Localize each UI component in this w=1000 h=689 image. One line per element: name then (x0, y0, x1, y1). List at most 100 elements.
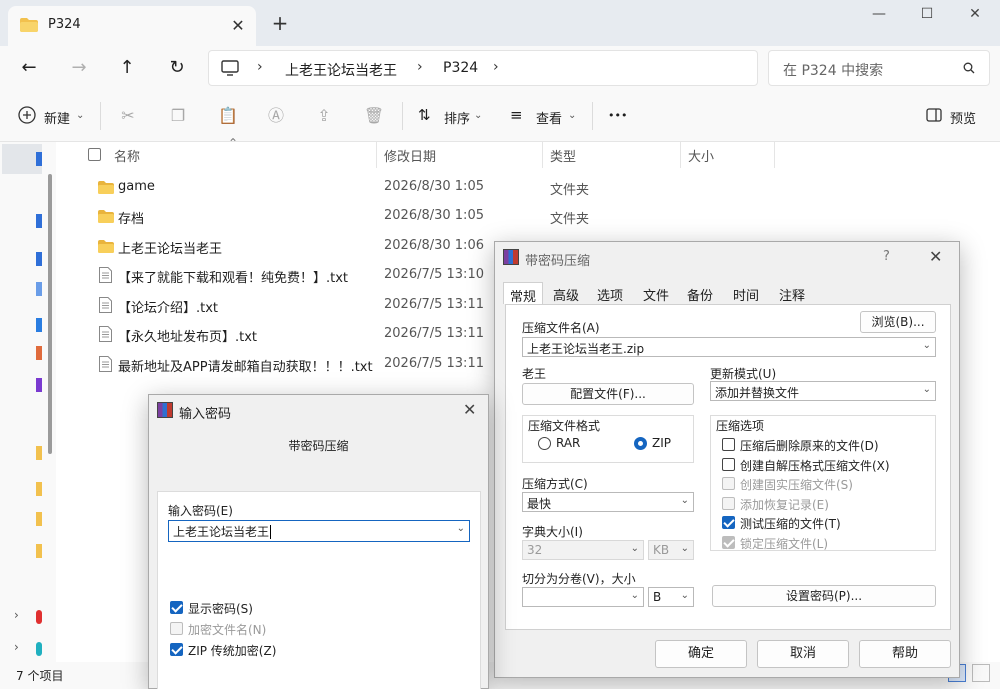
expand-chevron-icon[interactable]: › (14, 608, 19, 622)
expand-chevron-icon[interactable]: › (14, 640, 19, 654)
file-row[interactable]: 存档 2026/8/30 1:05 文件夹 (96, 202, 956, 232)
breadcrumb-item[interactable]: P324 (443, 60, 478, 76)
up-icon[interactable]: ↑ (112, 54, 142, 82)
option-label: 加密文件名(N) (188, 623, 267, 637)
folder-icon (98, 210, 114, 223)
minimize-icon[interactable]: — (864, 6, 894, 26)
solid-checkbox[interactable] (722, 477, 735, 490)
profile-button[interactable]: 配置文件(F)... (522, 383, 694, 405)
tab-time[interactable]: 时间 (727, 282, 765, 304)
column-divider[interactable] (680, 142, 681, 168)
paste-icon[interactable]: 📋 (216, 104, 240, 128)
delete-after-checkbox[interactable] (722, 438, 735, 451)
preview-button[interactable]: 预览 (950, 108, 976, 127)
view-button[interactable]: 查看 (536, 108, 562, 127)
refresh-icon[interactable]: ↻ (162, 54, 192, 82)
format-zip-radio[interactable] (634, 437, 647, 450)
column-divider[interactable] (542, 142, 543, 168)
delete-icon[interactable]: 🗑 (362, 104, 386, 128)
column-divider[interactable] (376, 142, 377, 168)
method-select[interactable]: 最快 ⌄ (522, 492, 694, 512)
sidebar-item-icon (36, 482, 42, 496)
password-dialog: 输入密码 ✕ 带密码压缩 输入密码(E) 上老王论坛当老王 ⌄ 显示密码(S) … (148, 394, 489, 689)
back-icon[interactable]: ← (14, 54, 44, 82)
file-name: game (118, 179, 155, 194)
copy-icon[interactable]: ❐ (166, 104, 190, 128)
help-button[interactable]: 帮助 (859, 640, 951, 668)
column-date[interactable]: 修改日期 (384, 146, 436, 165)
format-zip-label: ZIP (652, 436, 671, 450)
breadcrumb-separator-icon: › (417, 59, 423, 75)
tab-options[interactable]: 选项 (591, 282, 629, 304)
browse-button[interactable]: 浏览(B)... (860, 311, 936, 333)
recovery-checkbox[interactable] (722, 497, 735, 510)
dict-unit-select[interactable]: KB ⌄ (648, 540, 694, 560)
show-password-checkbox[interactable] (170, 601, 183, 614)
lock-archive-checkbox[interactable] (722, 536, 735, 549)
update-mode-select[interactable]: 添加并替换文件 ⌄ (710, 381, 936, 401)
split-unit-select[interactable]: B ⌄ (648, 587, 694, 607)
navigation-bar: ← → ↑ ↻ › 上老王论坛当老王 › P324 › 在 P324 中搜索 (0, 46, 1000, 90)
close-tab-icon[interactable]: ✕ (226, 14, 250, 38)
new-button[interactable]: 新建 (44, 108, 70, 127)
file-date: 2026/7/5 13:11 (384, 297, 484, 312)
sort-ascending-icon: ⌃ (228, 136, 239, 150)
tiles-view-icon[interactable] (972, 664, 990, 682)
dialog-title: 带密码压缩 (525, 254, 591, 269)
sidebar-scrollbar[interactable] (48, 174, 52, 454)
format-rar-radio[interactable] (538, 437, 551, 450)
split-size-select[interactable]: ⌄ (522, 587, 644, 607)
computer-icon (221, 60, 239, 76)
file-name: 存档 (118, 212, 145, 227)
select-all-checkbox[interactable] (88, 148, 101, 161)
dialog-title: 输入密码 (179, 407, 232, 422)
archive-name-field[interactable]: 上老王论坛当老王.zip ⌄ (522, 337, 936, 357)
address-bar[interactable]: › 上老王论坛当老王 › P324 › (208, 50, 758, 86)
share-icon[interactable]: ⇪ (312, 104, 336, 128)
column-type[interactable]: 类型 (550, 146, 576, 165)
column-name[interactable]: 名称 (114, 146, 140, 165)
winrar-icon (157, 402, 173, 418)
navigation-pane[interactable]: › › (0, 142, 56, 662)
sfx-checkbox[interactable] (722, 458, 735, 471)
tab-backup[interactable]: 备份 (681, 282, 719, 304)
dict-select[interactable]: 32 ⌄ (522, 540, 644, 560)
breadcrumb-item[interactable]: 上老王论坛当老王 (285, 60, 397, 80)
sidebar-item-icon (36, 318, 42, 332)
tab-advanced[interactable]: 高级 (547, 282, 585, 304)
column-divider[interactable] (774, 142, 775, 168)
winrar-icon (503, 249, 519, 265)
search-input[interactable]: 在 P324 中搜索 (768, 50, 990, 86)
file-name: 【论坛介绍】.txt (118, 301, 219, 316)
set-password-button[interactable]: 设置密码(P)... (712, 585, 936, 607)
column-size[interactable]: 大小 (688, 146, 714, 165)
sort-button[interactable]: 排序 (444, 108, 470, 127)
file-row[interactable]: game 2026/8/30 1:05 文件夹 (96, 173, 956, 203)
close-icon[interactable]: ✕ (463, 400, 476, 419)
sidebar-item-icon (36, 610, 42, 624)
encrypt-filenames-checkbox[interactable] (170, 622, 183, 635)
dict-unit-value: KB (653, 543, 670, 557)
tab-general[interactable]: 常规 (503, 282, 544, 305)
tab-files[interactable]: 文件 (637, 282, 675, 304)
tab-p324[interactable]: P324 ✕ (8, 6, 256, 46)
cut-icon[interactable]: ✂ (116, 104, 140, 128)
zip-legacy-encryption-checkbox[interactable] (170, 643, 183, 656)
more-options-button[interactable]: ••• (608, 109, 627, 122)
help-icon[interactable]: ? (883, 249, 890, 264)
tab-comment[interactable]: 注释 (773, 282, 811, 304)
archive-name-value: 上老王论坛当老王.zip (527, 342, 645, 356)
ok-button[interactable]: 确定 (655, 640, 747, 668)
rename-icon[interactable]: Ⓐ (264, 104, 288, 128)
dict-value: 32 (527, 543, 543, 557)
close-window-icon[interactable]: ✕ (960, 6, 990, 26)
close-icon[interactable]: ✕ (929, 247, 942, 266)
forward-icon[interactable]: → (64, 54, 94, 82)
option-label: 创建自解压格式压缩文件(X) (740, 459, 890, 473)
search-icon (963, 62, 975, 74)
cancel-button[interactable]: 取消 (757, 640, 849, 668)
password-input[interactable]: 上老王论坛当老王 ⌄ (168, 520, 470, 542)
maximize-icon[interactable]: ☐ (912, 6, 942, 26)
test-files-checkbox[interactable] (722, 516, 735, 529)
new-tab-button[interactable]: + (268, 12, 292, 36)
